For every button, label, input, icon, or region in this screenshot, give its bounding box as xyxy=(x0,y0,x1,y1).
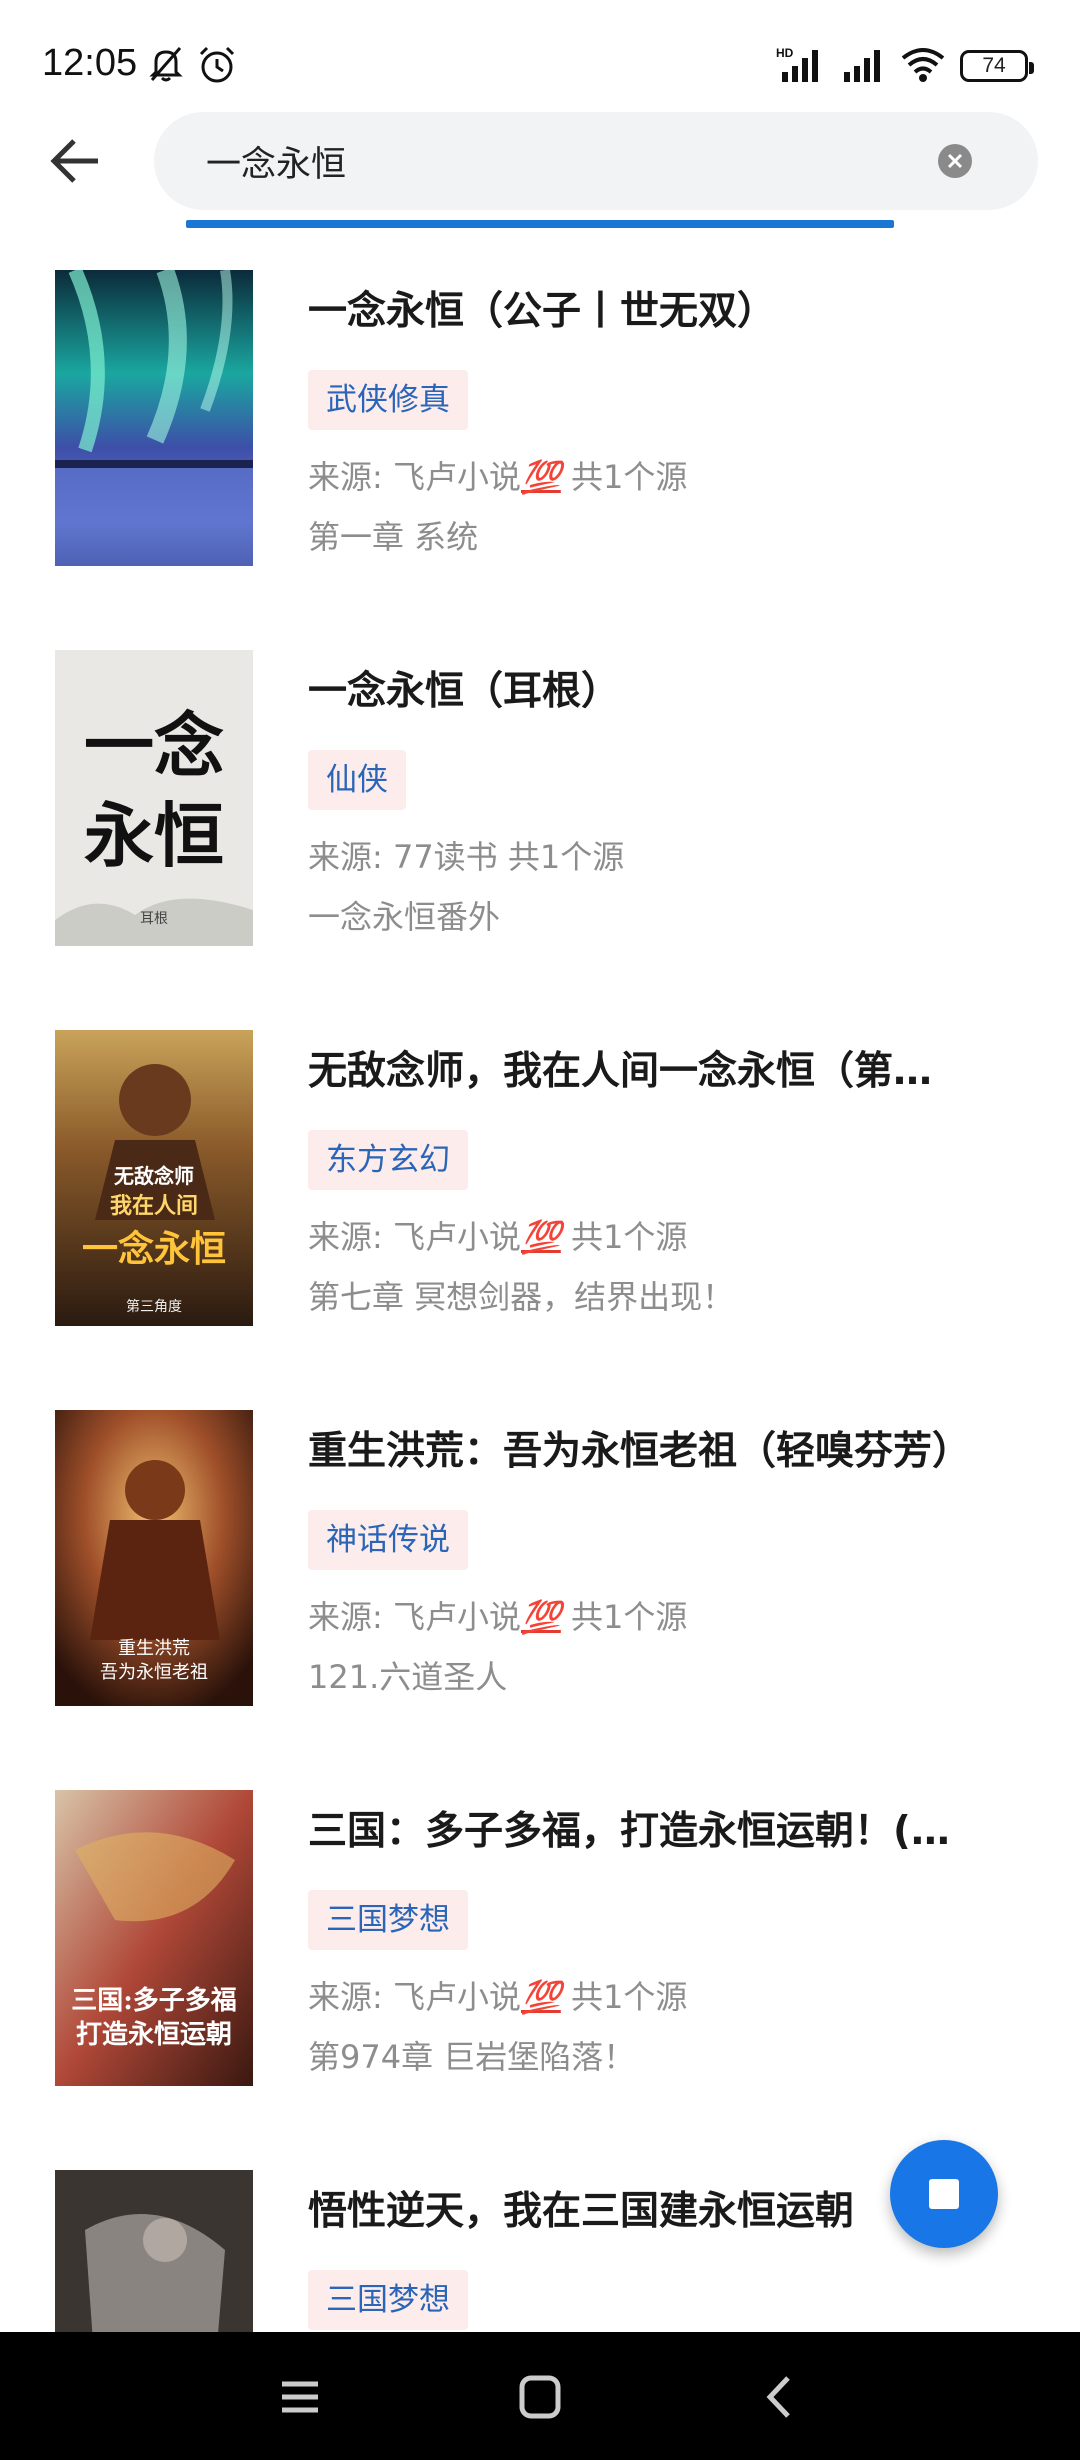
battery-icon: 74 xyxy=(960,50,1034,82)
stop-search-button[interactable] xyxy=(890,2140,998,2248)
list-item[interactable]: 一念永恒（公子丨世无双） 武侠修真 来源: 飞卢小说💯 共1个源 第一章 系统 xyxy=(0,258,1080,638)
source-name: 来源: 77读书 xyxy=(308,838,498,876)
back-button[interactable] xyxy=(46,136,106,186)
category-tag: 三国梦想 xyxy=(308,2270,468,2330)
source-count: 共1个源 xyxy=(570,1978,688,2016)
latest-chapter: 121.六道圣人 xyxy=(308,1658,508,1696)
book-source: 来源: 飞卢小说💯 共1个源 xyxy=(308,1972,687,2018)
book-cover: 一念 永恒 耳根 xyxy=(55,650,253,946)
book-title: 重生洪荒：吾为永恒老祖（轻嗅芬芳） xyxy=(308,1429,972,1474)
latest-chapter: 一念永恒番外 xyxy=(308,898,501,936)
book-title: 三国：多子多福，打造永恒运朝！(… xyxy=(308,1809,950,1854)
list-item[interactable]: 无敌念师 我在人间 一念永恒 第三角度 无敌念师，我在人间一念永恒（第… 东方玄… xyxy=(0,1018,1080,1398)
cover-title-line: 一念永恒 xyxy=(81,1228,226,1270)
cover-title-line: 打造永恒运朝 xyxy=(75,2020,232,2050)
source-count: 共1个源 xyxy=(570,1218,688,1256)
book-source: 来源: 飞卢小说💯 共1个源 xyxy=(308,452,687,498)
list-item[interactable]: 一念 永恒 耳根 一念永恒（耳根） 仙侠 来源: 77读书 共1个源 一念永恒番… xyxy=(0,638,1080,1018)
arrow-left-icon xyxy=(50,139,98,183)
book-source: 来源: 77读书 共1个源 xyxy=(308,832,624,878)
book-source: 来源: 飞卢小说💯 共1个源 xyxy=(308,1212,687,1258)
mute-bell-icon xyxy=(149,47,183,82)
list-item[interactable]: 三国:多子多福 打造永恒运朝 三国：多子多福，打造永恒运朝！(… 三国梦想 来源… xyxy=(0,1778,1080,2158)
category-tag: 仙侠 xyxy=(308,750,406,810)
hundred-emoji-icon: 💯 xyxy=(520,1218,561,1256)
source-name: 来源: 飞卢小说 xyxy=(308,458,521,496)
back-icon[interactable] xyxy=(750,2370,810,2424)
search-results-list: 一念永恒（公子丨世无双） 武侠修真 来源: 飞卢小说💯 共1个源 第一章 系统 … xyxy=(0,258,1080,2460)
cover-title-line: 重生洪荒 xyxy=(118,1638,190,1659)
hundred-emoji-icon: 💯 xyxy=(520,1598,561,1636)
cover-title-line: 三国:多子多福 xyxy=(71,1986,237,2016)
cover-title-line: 一念 xyxy=(84,704,224,787)
signal-icon xyxy=(844,50,880,82)
search-box xyxy=(154,112,1038,210)
list-item[interactable]: 重生洪荒 吾为永恒老祖 重生洪荒：吾为永恒老祖（轻嗅芬芳） 神话传说 来源: 飞… xyxy=(0,1398,1080,1778)
svg-text:HD: HD xyxy=(776,46,794,60)
cover-author: 第三角度 xyxy=(126,1299,182,1315)
book-title: 悟性逆天，我在三国建永恒运朝 xyxy=(308,2189,855,2234)
clear-search-button[interactable] xyxy=(938,144,972,178)
hundred-emoji-icon: 💯 xyxy=(520,1978,561,2016)
book-cover xyxy=(55,270,253,566)
category-tag: 神话传说 xyxy=(308,1510,468,1570)
source-count: 共1个源 xyxy=(570,1598,688,1636)
loading-progress-bar xyxy=(186,220,894,228)
status-bar: 12:05 HD 74 xyxy=(0,0,1080,120)
clear-circle-icon xyxy=(947,153,963,169)
cover-title-line: 吾为永恒老祖 xyxy=(100,1662,208,1683)
cover-title-line: 永恒 xyxy=(84,794,224,877)
alarm-icon xyxy=(199,46,235,83)
book-source: 来源: 飞卢小说💯 共1个源 xyxy=(308,1592,687,1638)
stop-icon xyxy=(929,2179,959,2209)
search-input[interactable] xyxy=(206,132,906,190)
hundred-emoji-icon: 💯 xyxy=(520,458,561,496)
category-tag: 武侠修真 xyxy=(308,370,468,430)
latest-chapter: 第974章 巨岩堡陷落！ xyxy=(308,2038,636,2076)
source-count: 共1个源 xyxy=(570,458,688,496)
cover-author: 耳根 xyxy=(140,911,168,927)
book-title: 一念永恒（耳根） xyxy=(308,669,621,714)
cover-title-line: 无敌念师 xyxy=(114,1164,194,1188)
book-cover: 三国:多子多福 打造永恒运朝 xyxy=(55,1790,253,2086)
status-time: 12:05 xyxy=(42,42,138,84)
latest-chapter: 第一章 系统 xyxy=(308,518,479,556)
book-title: 一念永恒（公子丨世无双） xyxy=(308,289,777,334)
source-name: 来源: 飞卢小说 xyxy=(308,1598,521,1636)
source-name: 来源: 飞卢小说 xyxy=(308,1218,521,1256)
category-tag: 东方玄幻 xyxy=(308,1130,468,1190)
book-cover: 重生洪荒 吾为永恒老祖 xyxy=(55,1410,253,1706)
category-tag: 三国梦想 xyxy=(308,1890,468,1950)
book-title: 无敌念师，我在人间一念永恒（第… xyxy=(308,1049,933,1094)
book-cover: 无敌念师 我在人间 一念永恒 第三角度 xyxy=(55,1030,253,1326)
wifi-icon xyxy=(901,48,945,82)
hd-signal-icon: HD xyxy=(776,46,818,82)
source-count: 共1个源 xyxy=(507,838,625,876)
cover-title-line: 我在人间 xyxy=(109,1193,198,1219)
menu-icon[interactable] xyxy=(270,2370,330,2424)
source-name: 来源: 飞卢小说 xyxy=(308,1978,521,2016)
latest-chapter: 第七章 冥想剑器，结界出现！ xyxy=(308,1278,735,1316)
home-icon[interactable] xyxy=(510,2370,570,2424)
navigation-bar xyxy=(0,2332,1080,2460)
